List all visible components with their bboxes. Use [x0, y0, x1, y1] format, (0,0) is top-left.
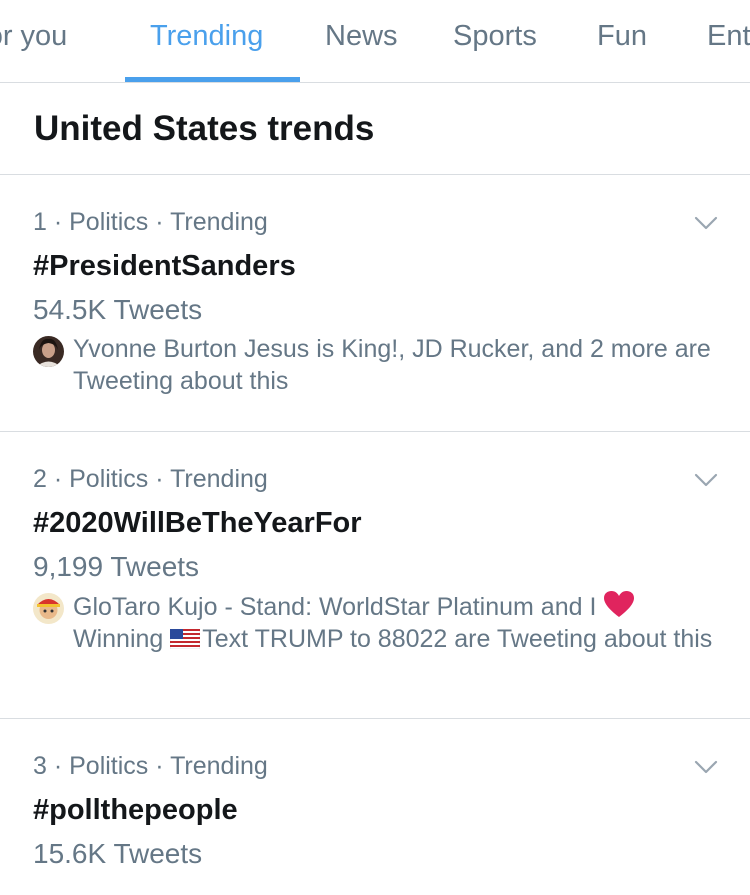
trend-tweet-count: 54.5K Tweets — [33, 294, 203, 325]
us-flag-icon — [170, 629, 201, 649]
tab-for-you[interactable]: For you — [0, 20, 67, 53]
context-text: Winning — [73, 625, 164, 653]
explore-screen: For you Trending News Sports Fun Enterta… — [0, 0, 750, 895]
chevron-down-icon[interactable] — [694, 759, 718, 775]
chevron-down-icon[interactable] — [694, 215, 718, 231]
trend-meta: 1 · Politics · Trending — [33, 208, 268, 236]
trend-context: Yvonne Burton Jesus is King!, JD Rucker,… — [73, 335, 711, 395]
tab-sports[interactable]: Sports — [453, 20, 537, 53]
trend-context: GloTaro Kujo - Stand: WorldStar Platinum… — [73, 590, 723, 655]
trend-name: #pollthepeople — [33, 794, 238, 826]
avatar — [33, 593, 64, 624]
section-header: United States trends — [0, 83, 750, 175]
trend-name: #2020WillBeTheYearFor — [33, 507, 362, 539]
red-heart-icon — [604, 591, 635, 617]
tab-fun[interactable]: Fun — [597, 20, 647, 53]
trend-meta: 2 · Politics · Trending — [33, 465, 268, 493]
context-text: Text TRUMP to 88022 are Tweeting about t… — [202, 625, 713, 653]
trend-item[interactable]: 1 · Politics · Trending #PresidentSander… — [0, 175, 750, 432]
context-text: GloTaro Kujo - Stand: WorldStar Platinum… — [73, 593, 597, 621]
tab-news[interactable]: News — [325, 20, 398, 53]
avatar — [33, 336, 64, 367]
section-title: United States trends — [34, 109, 375, 148]
trend-item[interactable]: 2 · Politics · Trending #2020WillBeTheYe… — [0, 432, 750, 719]
tab-trending[interactable]: Trending — [150, 20, 263, 53]
trend-tweet-count: 9,199 Tweets — [33, 551, 200, 582]
trend-name: #PresidentSanders — [33, 250, 296, 282]
explore-tab-bar: For you Trending News Sports Fun Enterta… — [0, 0, 750, 83]
tab-entertainment[interactable]: Entertainment — [707, 20, 750, 53]
trend-item[interactable]: 3 · Politics · Trending #pollthepeople 1… — [0, 719, 750, 895]
trend-meta: 3 · Politics · Trending — [33, 752, 268, 780]
active-tab-indicator — [125, 77, 300, 82]
trend-tweet-count: 15.6K Tweets — [33, 838, 203, 869]
chevron-down-icon[interactable] — [694, 472, 718, 488]
